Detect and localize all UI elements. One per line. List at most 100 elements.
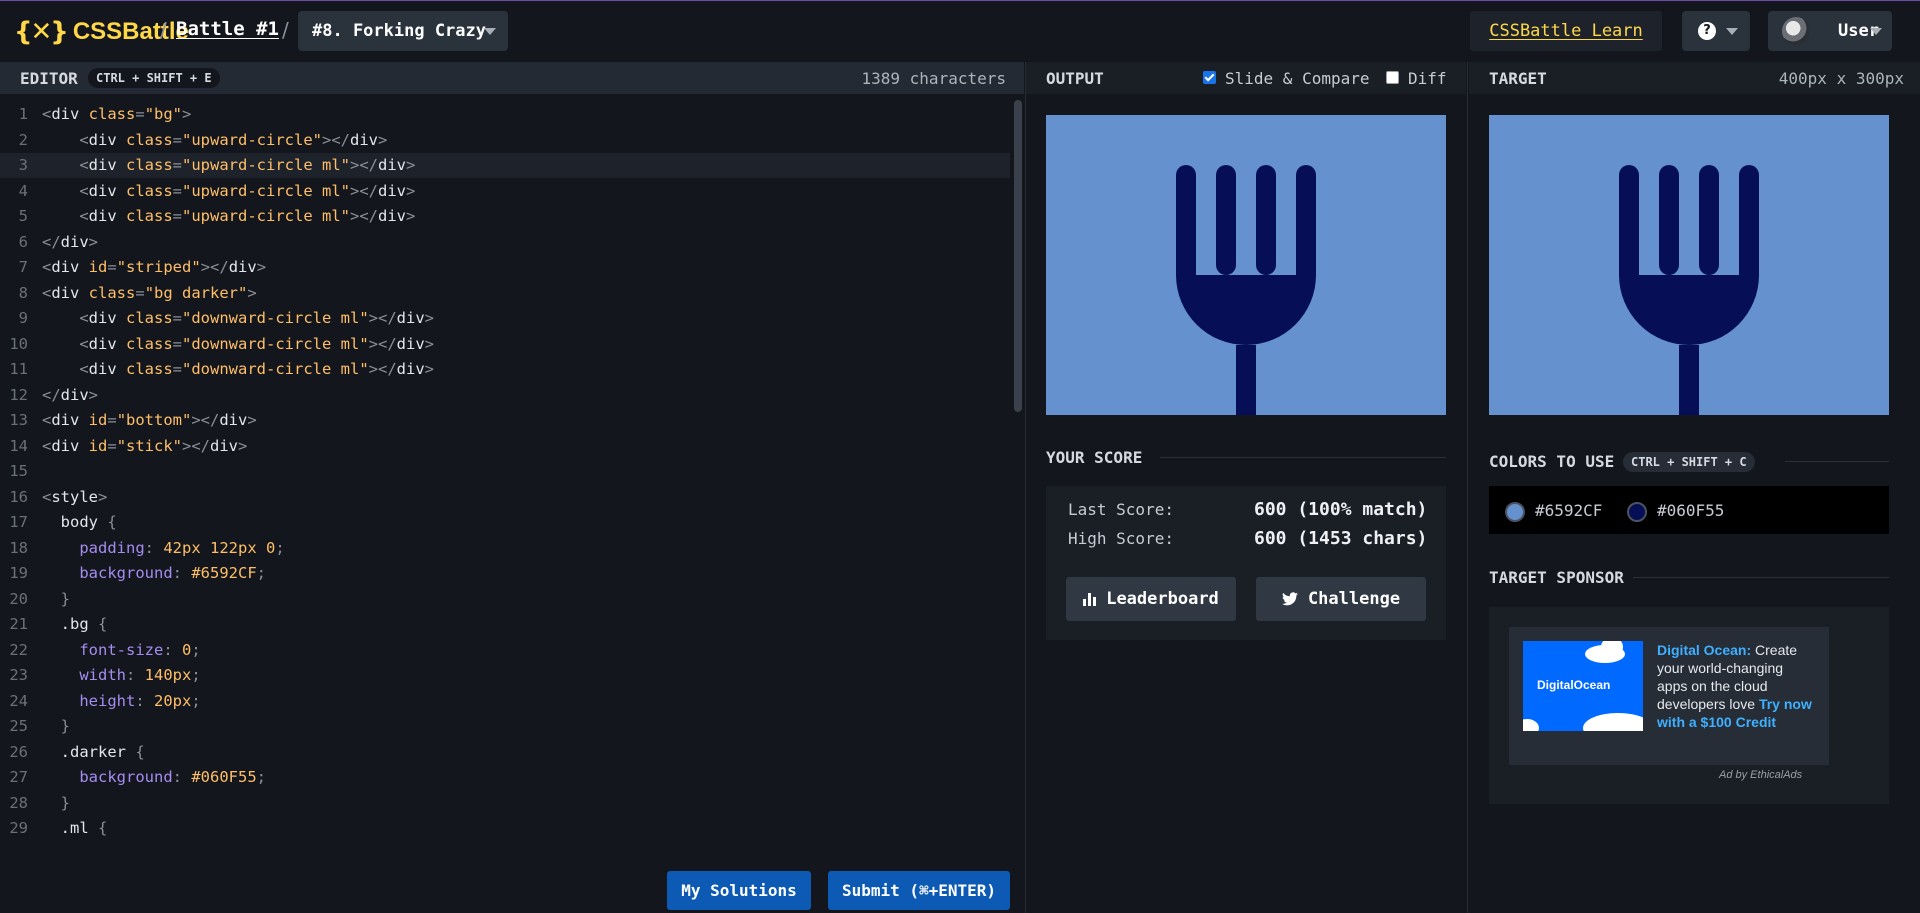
slide-compare-checkbox[interactable] [1203,71,1216,84]
code-line[interactable]: 23 width: 140px; [0,663,1010,688]
code-text: width: 140px; [42,666,201,684]
target-select-value: #8. Forking Crazy [312,21,486,41]
line-number: 7 [18,258,28,276]
learn-link[interactable]: CSSBattle Learn [1470,11,1662,51]
code-line[interactable]: 24 height: 20px; [0,689,1010,714]
avatar [1782,17,1810,45]
code-line[interactable]: 4 <div class="upward-circle ml"></div> [0,179,1010,204]
digitalocean-logo: DigitalOcean [1537,678,1611,692]
code-text: background: #060F55; [42,768,266,786]
logo-icon: {✕} [14,17,69,47]
fork-tine [1739,165,1759,275]
code-line[interactable]: 20 } [0,587,1010,612]
code-line[interactable]: 12 </div> [0,383,1010,408]
ad-text[interactable]: Digital Ocean: Create your world-changin… [1657,641,1817,731]
ad-image[interactable]: DigitalOcean [1523,641,1643,731]
ad-card[interactable]: DigitalOcean Digital Ocean: Create your … [1509,627,1829,765]
line-number: 22 [9,640,28,659]
line-number: 20 [9,589,28,608]
sponsor-panel: DigitalOcean Digital Ocean: Create your … [1489,607,1889,804]
code-line[interactable]: 19 background: #6592CF; [0,561,1010,586]
code-line[interactable]: 25 } [0,714,1010,739]
submit-button[interactable]: Submit (⌘+ENTER) [828,871,1010,910]
battle-link[interactable]: Battle #1 [176,18,279,40]
code-line[interactable]: 1 <div class="bg"> [0,102,1010,127]
target-select[interactable]: #8. Forking Crazy [298,11,508,51]
line-number: 19 [9,564,28,582]
output-canvas[interactable] [1046,115,1446,415]
twitter-icon [1281,592,1298,606]
code-text: .bg { [42,615,108,633]
color-hex-label[interactable]: #6592CF [1535,501,1602,520]
code-line[interactable]: 7 <div id="striped"></div> [0,255,1010,280]
chevron-down-icon [1726,28,1738,35]
challenge-button[interactable]: Challenge [1256,577,1426,621]
code-text: <div class="downward-circle ml"></div> [42,334,434,353]
code-line[interactable]: 27 background: #060F55; [0,765,1010,790]
code-line[interactable]: 17 body { [0,510,1010,535]
bar-chart-icon [1083,592,1097,606]
code-text: <div class="upward-circle ml"></div> [42,181,416,200]
code-line[interactable]: 5 <div class="upward-circle ml"></div> [0,204,1010,229]
help-menu-button[interactable]: ? [1682,11,1750,51]
code-line[interactable]: 10 <div class="downward-circle ml"></div… [0,332,1010,357]
divider [1160,457,1446,458]
fork-tine [1296,165,1316,275]
code-line[interactable]: 3 <div class="upward-circle ml"></div> [0,153,1010,178]
fork-tine [1659,165,1679,275]
code-line[interactable]: 6 </div> [0,230,1010,255]
code-line[interactable]: 18 padding: 42px 122px 0; [0,536,1010,561]
code-line[interactable]: 9 <div class="downward-circle ml"></div> [0,306,1010,331]
my-solutions-button[interactable]: My Solutions [667,871,811,910]
code-text: font-size: 0; [42,640,201,659]
code-line[interactable]: 8 <div class="bg darker"> [0,281,1010,306]
code-line[interactable]: 28 } [0,791,1010,816]
diff-label: Diff [1408,69,1447,88]
editor-shortcut-badge: CTRL + SHIFT + E [88,68,220,88]
code-text: <div id="striped"></div> [42,258,267,276]
color-swatch[interactable] [1505,502,1525,522]
code-line[interactable]: 16 <style> [0,485,1010,510]
line-number: 24 [9,691,28,710]
code-text: background: #6592CF; [42,564,266,582]
last-score-label: Last Score: [1068,500,1174,519]
line-number: 26 [9,742,28,761]
editor-scrollbar-thumb[interactable] [1014,100,1022,412]
code-line[interactable]: 14 <div id="stick"></div> [0,434,1010,459]
leaderboard-button[interactable]: Leaderboard [1066,577,1236,621]
code-line[interactable]: 22 font-size: 0; [0,638,1010,663]
line-number: 10 [9,334,28,353]
line-number: 3 [18,156,28,174]
code-line[interactable]: 15 [0,459,1010,484]
line-number: 15 [9,462,28,480]
code-line[interactable]: 11 <div class="downward-circle ml"></div… [0,357,1010,382]
code-text: body { [42,513,117,531]
code-text: <div class="upward-circle ml"></div> [42,207,416,225]
colors-panel: #6592CF #060F55 [1489,486,1889,534]
challenge-label: Challenge [1307,589,1401,609]
panel-divider[interactable] [1025,62,1026,913]
editor-scrollbar[interactable] [1012,94,1024,913]
code-text: } [42,589,70,608]
line-number: 6 [18,232,28,251]
code-line[interactable]: 2 <div class="upward-circle"></div> [0,128,1010,153]
panel-divider[interactable] [1467,62,1468,913]
ad-sponsor-name: Digital Ocean: [1657,642,1752,658]
last-score-value: 600 (100% match) [1254,499,1428,520]
color-hex-label[interactable]: #060F55 [1657,501,1724,520]
code-editor[interactable]: 1 <div class="bg"> 2 <div class="upward-ci… [0,94,1010,913]
output-label: OUTPUT [1046,69,1104,88]
ad-attribution[interactable]: Ad by EthicalAds [1719,769,1802,781]
target-canvas [1489,115,1889,415]
line-number: 21 [9,615,28,633]
code-line[interactable]: 29 .ml { [0,816,1010,841]
user-menu-button[interactable]: User [1768,11,1892,51]
code-line[interactable]: 13 <div id="bottom"></div> [0,408,1010,433]
diff-checkbox[interactable] [1386,71,1399,84]
line-number: 1 [18,105,28,123]
code-line[interactable]: 26 .darker { [0,740,1010,765]
code-line[interactable]: 21 .bg { [0,612,1010,637]
code-text: <div class="bg darker"> [42,283,257,302]
color-swatch[interactable] [1627,502,1647,522]
line-number: 18 [9,538,28,557]
